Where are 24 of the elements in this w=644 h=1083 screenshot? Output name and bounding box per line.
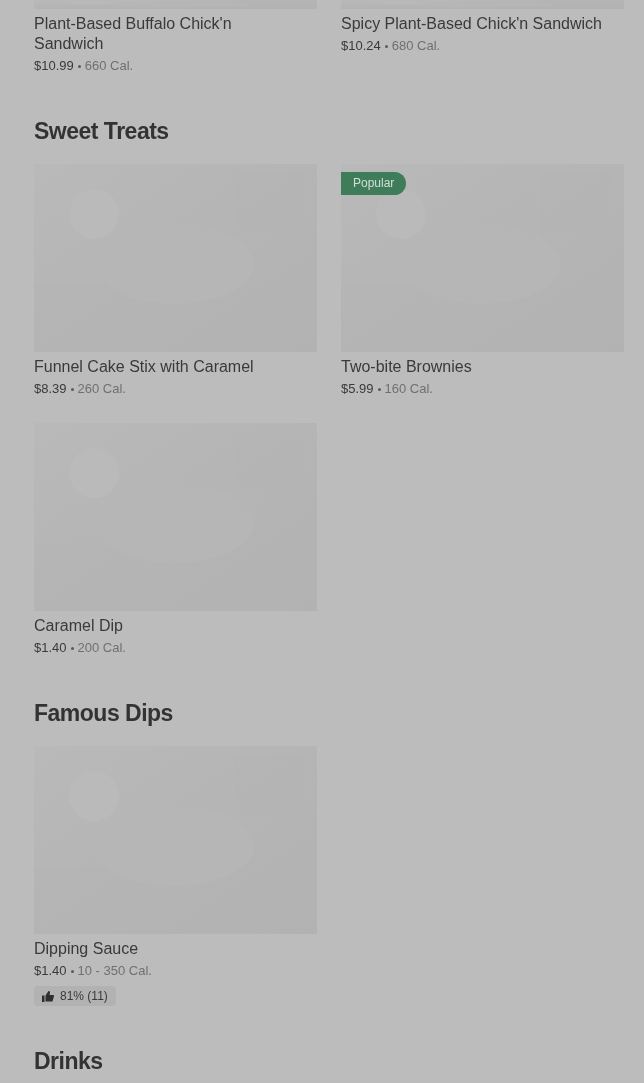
item-price: $10.24 <box>341 37 381 55</box>
item-price: $1.40 <box>34 962 67 980</box>
item-price: $5.99 <box>341 380 374 398</box>
item-price: $8.39 <box>34 380 67 398</box>
item-calories: 660 Cal. <box>84 57 134 75</box>
item-name[interactable]: Funnel Cake Stix with Caramel <box>34 357 299 377</box>
item-price: $1.40 <box>34 639 67 657</box>
item-name[interactable]: Caramel Dip <box>34 616 299 636</box>
item-name[interactable]: Dipping Sauce <box>34 939 299 959</box>
item-calories: 200 Cal. <box>77 639 126 657</box>
item-calories: 260 Cal. <box>77 380 126 398</box>
item-name[interactable]: Spicy Plant-Based Chick'n Sandwich <box>341 14 606 34</box>
section-heading: Sweet Treats <box>34 117 170 146</box>
item-name[interactable]: Two-bite Brownies <box>341 357 606 377</box>
thumbs-up-icon <box>42 990 54 1002</box>
item-calories: 10 - 350 Cal. <box>77 962 152 980</box>
rating-text: 81% (11) <box>60 988 108 1005</box>
popular-badge: Popular <box>341 172 407 195</box>
section-heading: Drinks <box>34 1047 104 1076</box>
item-price: $10.99 <box>34 57 74 75</box>
item-calories: 160 Cal. <box>384 380 433 398</box>
section-heading: Famous Dips <box>34 699 174 728</box>
item-name[interactable]: Plant-Based Buffalo Chick'n Sandwich <box>34 14 299 54</box>
item-calories: 680 Cal. <box>391 37 441 55</box>
